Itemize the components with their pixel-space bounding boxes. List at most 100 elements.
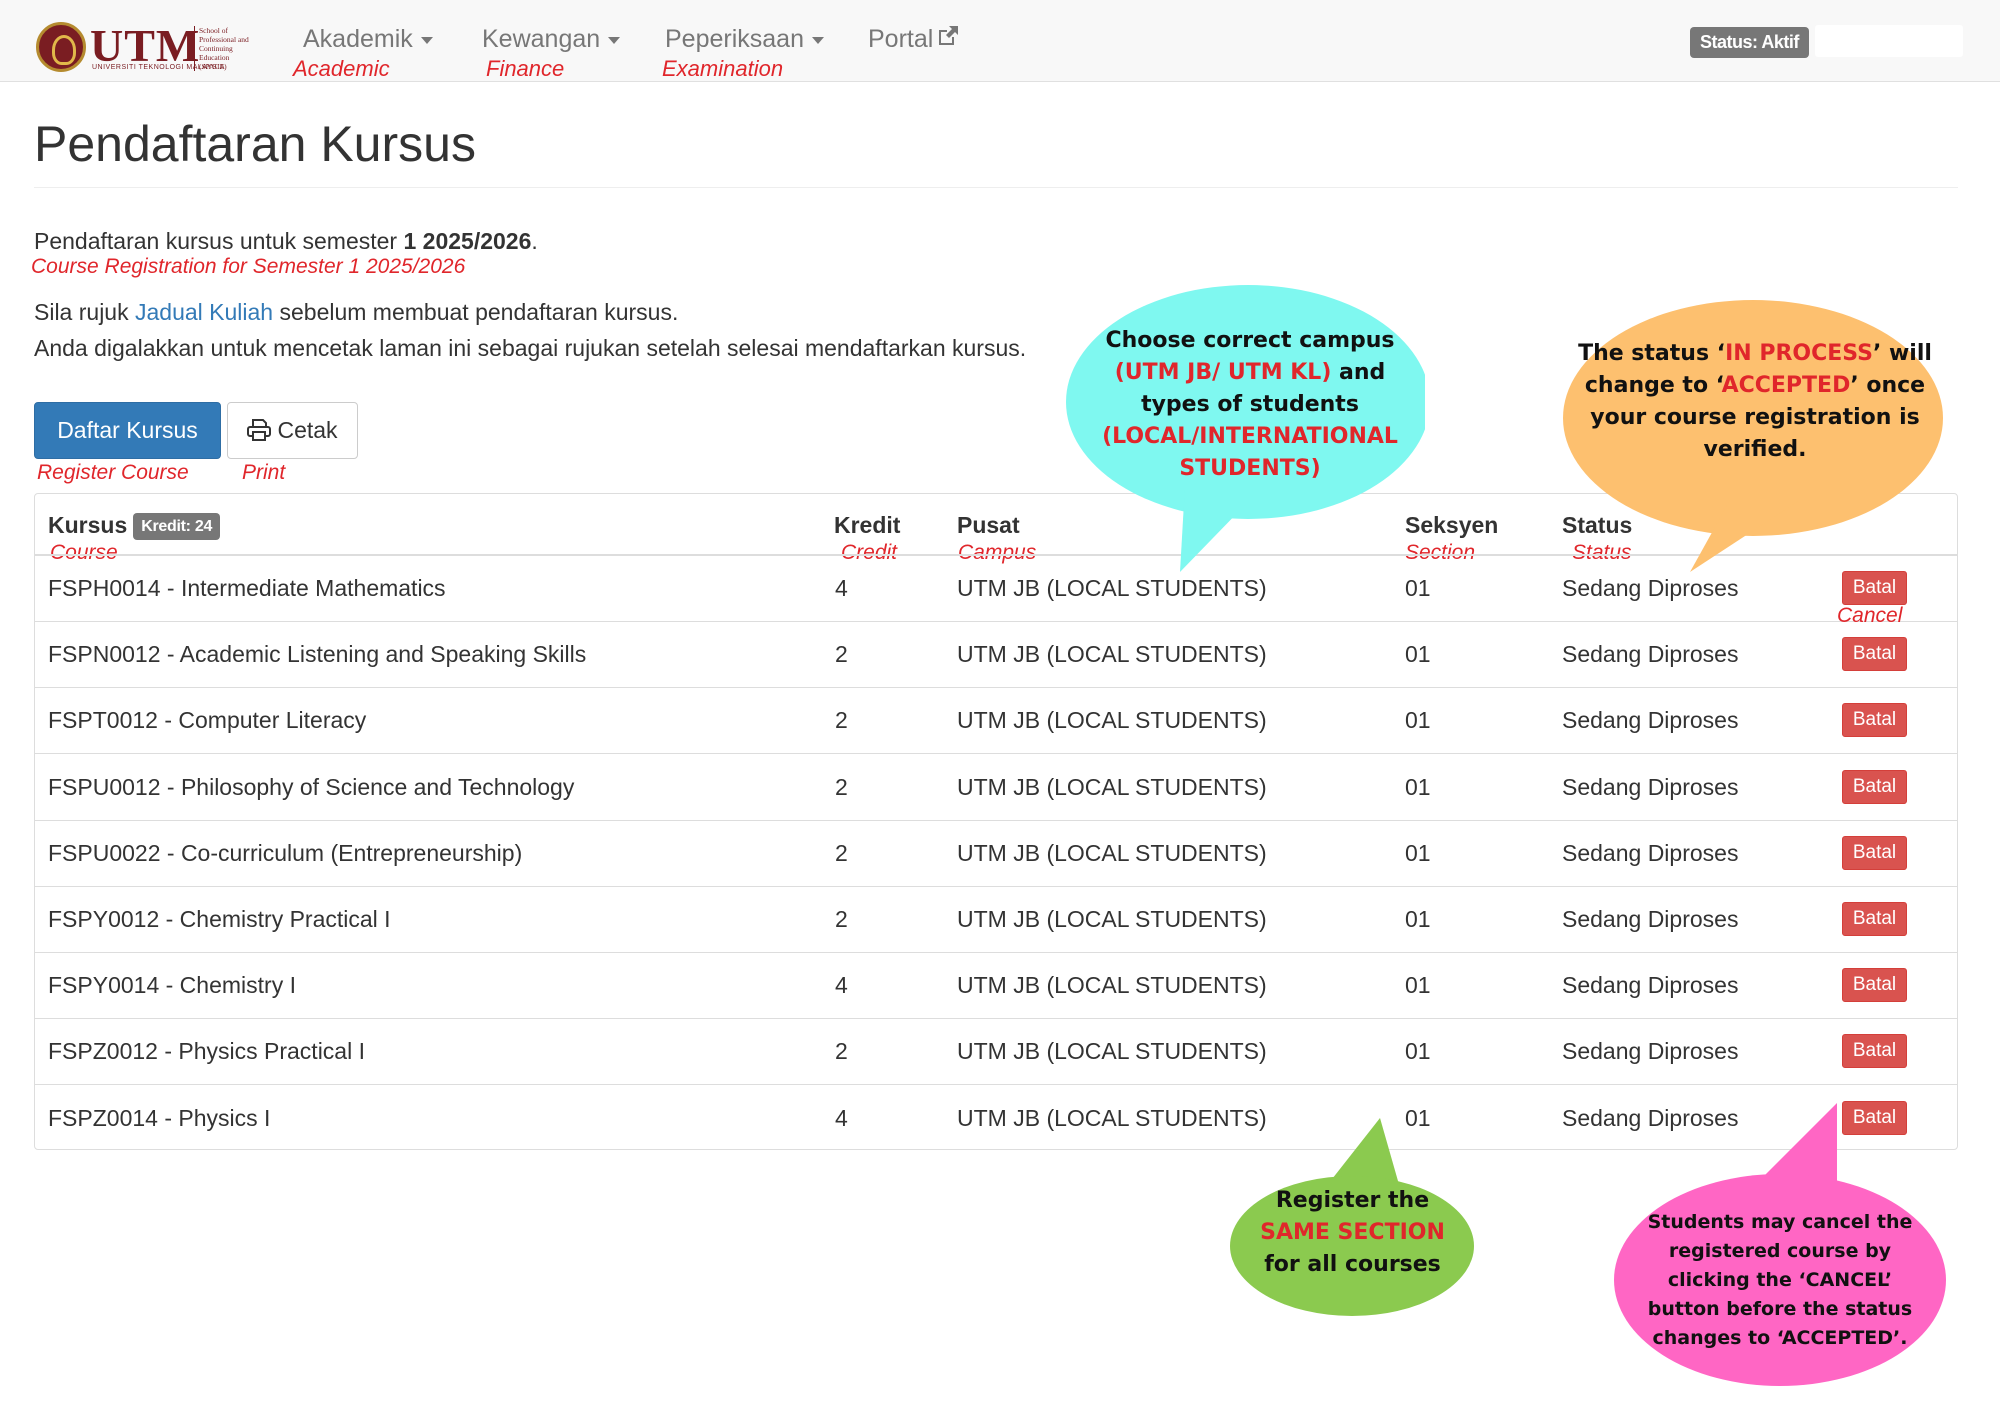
cancel-translation: Cancel (1837, 604, 1903, 627)
nav-peperiksaan[interactable]: Peperiksaan (665, 24, 824, 54)
semester-intro: Pendaftaran kursus untuk semester 1 2025… (34, 226, 538, 256)
cancel-callout-line1: Students may cancel the (1647, 1211, 1913, 1233)
campus-callout-line4: (LOCAL/INTERNATIONAL (1102, 424, 1398, 449)
status-callout-line4: verified. (1703, 437, 1807, 462)
campus-cell: UTM JB (LOCAL STUDENTS) (957, 575, 1267, 601)
header-campus: Pusat (957, 512, 1020, 538)
nav-peperiksaan-label: Peperiksaan (665, 25, 804, 53)
status-callout-line3: your course registration is (1590, 405, 1920, 430)
section-callout-line1: Register the (1275, 1188, 1430, 1213)
caret-down-icon (420, 36, 433, 44)
campus-callout-line5: STUDENTS) (1179, 456, 1321, 481)
status-badge: Status: Aktif (1690, 27, 1809, 58)
cancel-callout-line5: changes to ‘ACCEPTED’. (1652, 1327, 1908, 1349)
credit-cell: 2 (835, 641, 848, 667)
print-button[interactable]: Cetak (227, 402, 358, 459)
nav-akademik-translation: Academic (293, 56, 390, 81)
section-callout-line2: SAME SECTION (1260, 1220, 1445, 1245)
nav-akademik-label: Akademik (303, 25, 413, 53)
credit-cell: 2 (835, 774, 848, 800)
row-divider (34, 753, 1958, 754)
row-divider (34, 952, 1958, 953)
campus-callout-line3: types of students (1141, 392, 1359, 417)
status-cell: Sedang Diproses (1562, 972, 1739, 998)
campus-cell: UTM JB (LOCAL STUDENTS) (957, 972, 1267, 998)
campus-callout-line1: Choose correct campus (1105, 328, 1395, 353)
section-cell: 01 (1405, 906, 1431, 932)
status-callout-l1red: IN PROCESS (1725, 341, 1873, 366)
course-name-cell: FSPH0014 - Intermediate Mathematics (48, 575, 446, 601)
credit-cell: 2 (835, 707, 848, 733)
section-cell: 01 (1405, 575, 1431, 601)
status-callout-line2: change to ‘ACCEPTED’ once (1575, 370, 1935, 402)
status-cell: Sedang Diproses (1562, 575, 1739, 601)
campus-callout-line2-rest: and (1331, 360, 1386, 385)
campus-cell: UTM JB (LOCAL STUDENTS) (957, 840, 1267, 866)
title-divider (34, 187, 1958, 188)
printer-icon (247, 418, 272, 441)
row-divider (34, 886, 1958, 887)
campus-cell: UTM JB (LOCAL STUDENTS) (957, 641, 1267, 667)
status-callout-l2a: change to ‘ (1584, 373, 1722, 398)
nav-akademik[interactable]: Akademik (303, 24, 433, 54)
row-divider (34, 1018, 1958, 1019)
print-translation: Print (242, 461, 286, 484)
credit-cell: 2 (835, 840, 848, 866)
row-divider (34, 687, 1958, 688)
course-name-cell: FSPT0012 - Computer Literacy (48, 707, 367, 733)
nav-portal-label: Portal (868, 25, 934, 53)
cancel-course-button[interactable]: Batal (1842, 571, 1907, 605)
course-name-cell: FSPU0012 - Philosophy of Science and Tec… (48, 774, 575, 800)
header-campus-translation: Campus (958, 541, 1037, 564)
utm-emblem-icon (36, 22, 86, 72)
nav-portal[interactable]: Portal (868, 24, 960, 54)
section-cell: 01 (1405, 707, 1431, 733)
status-callout-l2red: ACCEPTED (1721, 373, 1851, 398)
status-cell: Sedang Diproses (1562, 641, 1739, 667)
utm-logo[interactable]: UTM UNIVERSITI TEKNOLOGI MALAYSIA School… (36, 20, 251, 76)
semester-intro-translation: Course Registration for Semester 1 2025/… (31, 255, 466, 278)
status-callout-l2b: ’ once (1850, 373, 1926, 398)
top-navbar: UTM UNIVERSITI TEKNOLOGI MALAYSIA School… (0, 0, 2000, 82)
timetable-note: Sila rujuk Jadual Kuliah sebelum membuat… (34, 297, 678, 327)
user-name-box[interactable] (1815, 25, 1963, 57)
nav-peperiksaan-translation: Examination (662, 56, 784, 81)
cancel-course-button[interactable]: Batal (1842, 637, 1907, 671)
header-credit: Kredit (834, 512, 901, 538)
register-course-translation: Register Course (37, 461, 189, 484)
cancel-course-button[interactable]: Batal (1842, 902, 1907, 936)
header-credit-translation: Credit (841, 541, 898, 564)
status-callout-l1a: The status ‘ (1578, 341, 1726, 366)
header-course-label: Kursus (48, 512, 128, 538)
cancel-callout-line2: registered course by (1668, 1240, 1892, 1262)
credit-cell: 4 (835, 575, 848, 601)
caret-down-icon (811, 36, 824, 44)
section-cell: 01 (1405, 972, 1431, 998)
cancel-course-button[interactable]: Batal (1842, 770, 1907, 804)
section-cell: 01 (1405, 641, 1431, 667)
status-callout-text: The status ‘IN PROCESS’ will change to ‘… (1575, 338, 1935, 466)
cancel-course-button[interactable]: Batal (1842, 703, 1907, 737)
cancel-course-button[interactable]: Batal (1842, 836, 1907, 870)
print-advice: Anda digalakkan untuk mencetak laman ini… (34, 335, 1027, 361)
course-name-cell: FSPU0022 - Co-curriculum (Entrepreneursh… (48, 840, 523, 866)
credit-cell: 2 (835, 1038, 848, 1064)
campus-callout-line2: (UTM JB/ UTM KL) and (1085, 357, 1415, 389)
section-cell: 01 (1405, 1038, 1431, 1064)
logo-side-text: School of Professional and Continuing Ed… (194, 26, 254, 71)
cancel-course-button[interactable]: Batal (1842, 1034, 1907, 1068)
cancel-callout-line4: button before the status (1647, 1298, 1913, 1320)
cancel-course-button[interactable]: Batal (1842, 968, 1907, 1002)
course-name-cell: FSPN0012 - Academic Listening and Speaki… (48, 641, 587, 667)
nav-kewangan[interactable]: Kewangan (482, 24, 621, 54)
register-course-button[interactable]: Daftar Kursus (34, 402, 221, 459)
status-cell: Sedang Diproses (1562, 906, 1739, 932)
campus-callout-line2-red: (UTM JB/ UTM KL) (1114, 360, 1332, 385)
intro-prefix: Pendaftaran kursus untuk semester (34, 228, 404, 254)
intro-suffix: . (531, 228, 538, 254)
status-cell: Sedang Diproses (1562, 707, 1739, 733)
campus-callout-text: Choose correct campus (UTM JB/ UTM KL) a… (1085, 325, 1415, 485)
credit-cell: 4 (835, 1105, 848, 1131)
campus-cell: UTM JB (LOCAL STUDENTS) (957, 707, 1267, 733)
jadual-kuliah-link[interactable]: Jadual Kuliah (135, 299, 273, 325)
